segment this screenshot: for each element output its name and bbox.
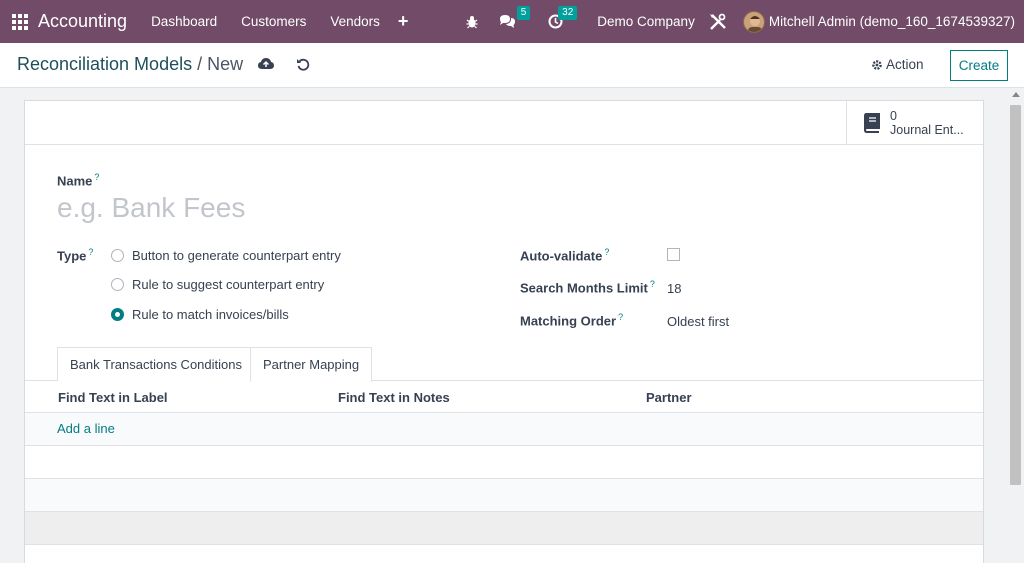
book-icon	[863, 113, 880, 133]
radio-button[interactable]	[111, 249, 124, 262]
scroll-up-arrow-icon[interactable]	[1012, 92, 1020, 97]
name-input[interactable]	[57, 192, 497, 224]
button-box: 0 Journal Ent...	[25, 101, 983, 145]
help-mark: ?	[604, 247, 610, 257]
add-line-link[interactable]: Add a line	[57, 421, 115, 436]
type-option-button[interactable]: Button to generate counterpart entry	[111, 248, 341, 263]
scrollbar-thumb[interactable]	[1010, 105, 1021, 485]
create-button[interactable]: Create	[950, 50, 1008, 81]
radio-button-checked[interactable]	[111, 308, 124, 321]
journal-entries-label: Journal Ent...	[890, 123, 964, 137]
matching-order-select[interactable]: Oldest first	[667, 314, 729, 329]
help-mark: ?	[618, 312, 624, 322]
company-switcher[interactable]: Demo Company	[597, 14, 695, 29]
column-find-text-in-label[interactable]: Find Text in Label	[58, 390, 168, 405]
save-cloud-icon[interactable]	[258, 57, 274, 73]
plus-icon[interactable]: +	[398, 11, 409, 32]
breadcrumb-current: New	[207, 54, 244, 74]
table-row	[25, 512, 983, 545]
apps-menu-icon[interactable]	[12, 13, 28, 30]
scrollbar[interactable]	[1008, 88, 1024, 563]
search-months-field[interactable]: 18	[667, 281, 681, 296]
table-row	[25, 479, 983, 512]
activity-count-badge: 32	[558, 6, 578, 20]
notebook-tabs: Bank Transactions Conditions Partner Map…	[25, 347, 983, 382]
matching-order-label: Matching Order?	[520, 312, 624, 329]
gear-icon	[872, 59, 882, 70]
radio-button[interactable]	[111, 278, 124, 291]
table-row: Add a line	[25, 413, 983, 446]
form-sheet: 0 Journal Ent... Name? Type? Button to g…	[24, 100, 984, 563]
action-label: Action	[886, 57, 924, 72]
journal-entries-smart-button[interactable]: 0 Journal Ent...	[846, 101, 983, 145]
help-mark: ?	[88, 247, 94, 257]
action-menu[interactable]: Action	[871, 57, 924, 72]
chat-count-badge: 5	[516, 6, 531, 20]
menu-dashboard[interactable]: Dashboard	[151, 14, 217, 29]
type-option-match[interactable]: Rule to match invoices/bills	[111, 307, 289, 322]
top-navbar: Accounting Dashboard Customers Vendors +…	[0, 0, 1024, 43]
chat-icon[interactable]: 5	[499, 6, 531, 29]
debug-bug-icon[interactable]	[465, 15, 479, 29]
auto-validate-checkbox[interactable]	[667, 248, 680, 261]
table-row	[25, 446, 983, 479]
journal-entries-count: 0	[890, 109, 897, 123]
app-name[interactable]: Accounting	[38, 11, 127, 32]
activity-clock-icon[interactable]: 32	[548, 6, 578, 29]
control-panel: Reconciliation Models / New Action Creat…	[0, 43, 1024, 88]
table-header: Find Text in Label Find Text in Notes Pa…	[25, 382, 983, 413]
breadcrumb-parent[interactable]: Reconciliation Models	[17, 54, 192, 74]
help-mark: ?	[649, 279, 655, 289]
column-find-text-in-notes[interactable]: Find Text in Notes	[338, 390, 450, 405]
type-option-suggest[interactable]: Rule to suggest counterpart entry	[111, 277, 324, 292]
menu-vendors[interactable]: Vendors	[330, 14, 380, 29]
discard-undo-icon[interactable]	[296, 57, 310, 74]
search-months-label: Search Months Limit?	[520, 279, 655, 296]
help-mark: ?	[94, 172, 100, 182]
tab-bank-transactions-conditions[interactable]: Bank Transactions Conditions	[57, 347, 255, 381]
menu-customers[interactable]: Customers	[241, 14, 306, 29]
breadcrumb: Reconciliation Models / New	[17, 54, 243, 75]
name-label: Name?	[57, 172, 100, 189]
user-menu[interactable]: Mitchell Admin (demo_160_1674539327)	[769, 14, 1015, 29]
column-partner[interactable]: Partner	[646, 390, 692, 405]
tools-icon[interactable]	[709, 13, 727, 31]
auto-validate-label: Auto-validate?	[520, 247, 610, 264]
breadcrumb-separator: /	[197, 54, 203, 74]
avatar[interactable]	[742, 10, 765, 33]
tab-partner-mapping[interactable]: Partner Mapping	[250, 347, 373, 382]
type-label: Type?	[57, 247, 94, 264]
